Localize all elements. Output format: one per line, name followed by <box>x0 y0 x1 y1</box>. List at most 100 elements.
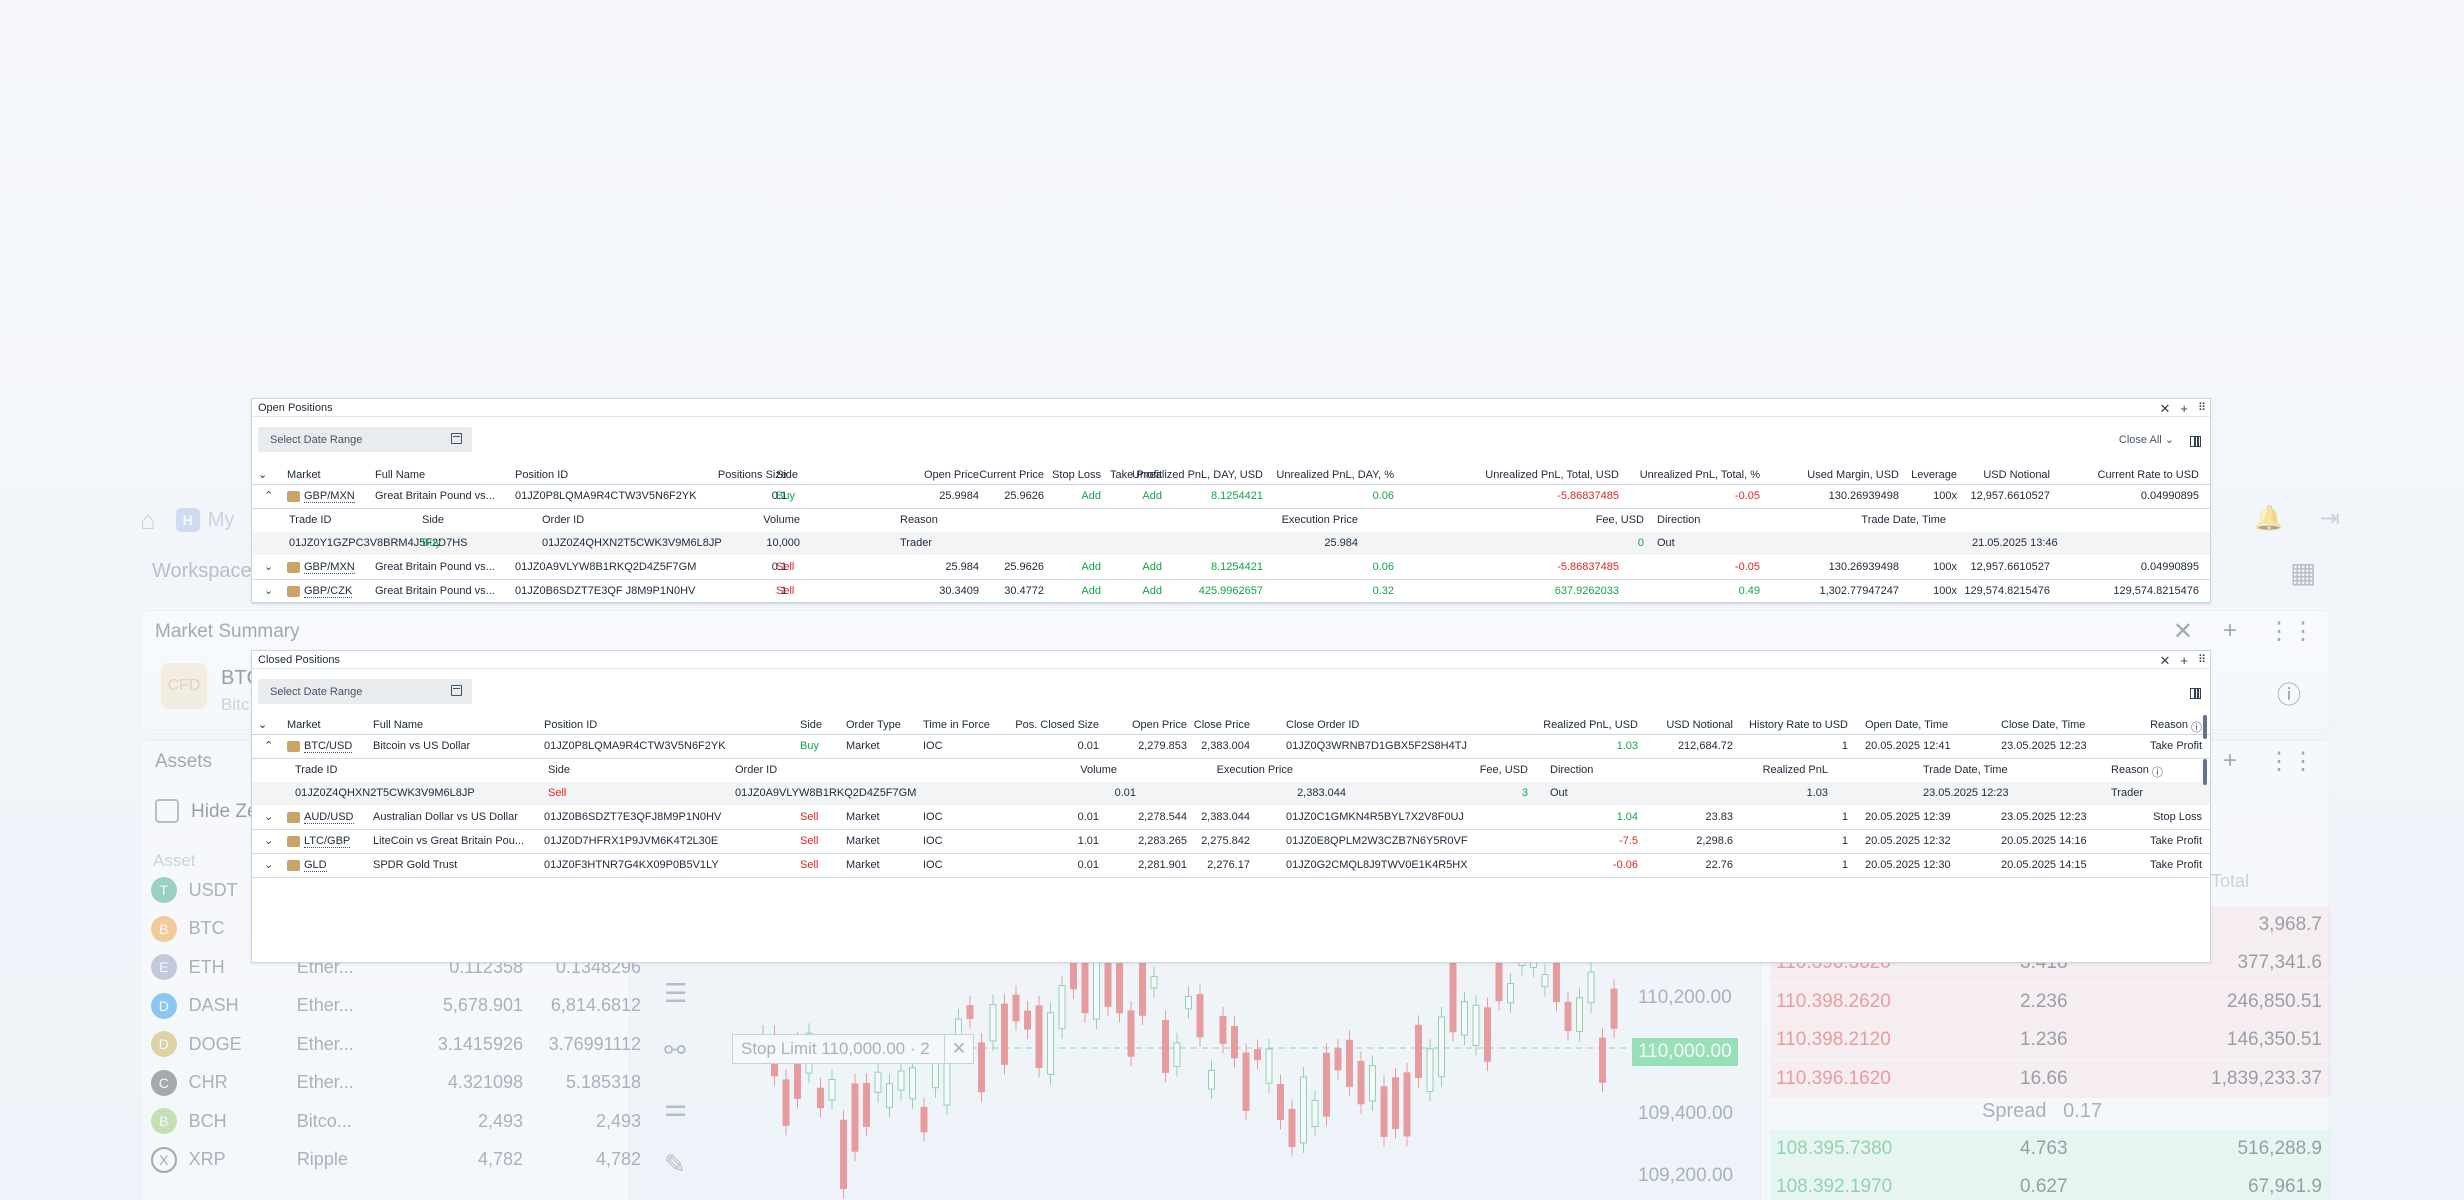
closed-position-row[interactable]: ⌄ GLD SPDR Gold Trust 01JZ0F3HTNR7G4KX09P0B… <box>252 854 2210 878</box>
chevron-up-icon[interactable]: ⌃ <box>264 489 273 502</box>
closed-position-row[interactable]: ⌃ BTC/USD Bitcoin vs US Dollar 01JZ0P8LQMA9… <box>252 735 2210 759</box>
column-header[interactable]: USD Notional <box>1666 719 1733 731</box>
expand-all-icon[interactable]: ⌄ <box>258 468 267 481</box>
column-header[interactable]: Reason ⓘ <box>2150 719 2202 734</box>
column-header[interactable]: Position ID <box>544 719 597 731</box>
column-header[interactable]: Unrealized PnL, Total, USD <box>1485 469 1619 481</box>
column-header[interactable]: Close Date, Time <box>2001 719 2085 731</box>
calendar-icon[interactable] <box>451 685 462 696</box>
date-range-input[interactable]: Select Date Range <box>258 427 472 452</box>
chevron-down-icon[interactable]: ⌄ <box>264 834 273 847</box>
orderbook-row[interactable]: 110.396.1620 16.66 1,839,233.37 <box>1770 1060 2330 1098</box>
position-row[interactable]: ⌄ GBP/CZK Great Britain Pound vs... 01JZ0B6… <box>252 580 2210 604</box>
asset-row[interactable]: X XRP Ripple 4,782 4,782 <box>151 1141 641 1179</box>
column-header[interactable]: Unrealized PnL, DAY, USD <box>1132 469 1263 481</box>
position-row[interactable]: ⌄ GBP/MXN Great Britain Pound vs... 01JZ0A9… <box>252 556 2210 580</box>
column-header[interactable]: Open Date, Time <box>1865 719 1948 731</box>
trade-row[interactable]: 01JZ0Z4QHXN2T5CWK3V9M6L8JP Sell 01JZ0A9VLY… <box>252 782 2210 805</box>
column-header[interactable]: Leverage <box>1911 469 1957 481</box>
add-widget-icon[interactable]: ▦ <box>2290 556 2316 589</box>
column-header[interactable]: Unrealized PnL, Total, % <box>1640 469 1760 481</box>
calendar-icon[interactable] <box>451 433 462 444</box>
column-header[interactable]: Used Margin, USD <box>1807 469 1899 481</box>
column-header[interactable]: Full Name <box>375 469 425 481</box>
close-icon[interactable]: ✕ <box>2159 401 2170 417</box>
column-header[interactable]: Current Price <box>979 469 1044 481</box>
orderbook-row[interactable]: 108.395.7380 4.763 516,288.9 <box>1770 1130 2330 1168</box>
close-icon[interactable]: ✕ <box>944 1034 974 1064</box>
market-cell[interactable]: GBP/CZK <box>287 585 353 598</box>
position-row[interactable]: ⌃ GBP/MXN Great Britain Pound vs... 01JZ0P8… <box>252 485 2210 509</box>
take-profit-button[interactable]: Add <box>1142 561 1162 573</box>
asset-row[interactable]: D DASH Ether... 5,678.901 6,814.6812 <box>151 987 641 1025</box>
orderbook-row[interactable]: 110.398.2620 2.236 246,850.51 <box>1770 983 2330 1021</box>
stop-loss-button[interactable]: Add <box>1081 561 1101 573</box>
orderbook-row[interactable]: 108.392.1970 0.627 67,961.9 <box>1770 1168 2330 1200</box>
columns-icon[interactable] <box>2190 436 2201 447</box>
brush-tool-icon[interactable]: ✎ <box>664 1149 687 1180</box>
chevron-down-icon[interactable]: ⌄ <box>264 584 273 597</box>
stop-loss-button[interactable]: Add <box>1081 585 1101 597</box>
scrollbar[interactable] <box>2203 759 2207 785</box>
chevron-down-icon[interactable]: ⌄ <box>264 810 273 823</box>
info-icon[interactable]: ⓘ <box>2277 675 2301 710</box>
market-cell[interactable]: GBP/MXN <box>287 490 355 503</box>
chevron-down-icon[interactable]: ⌄ <box>264 560 273 573</box>
hide-zero-checkbox[interactable] <box>155 799 179 823</box>
info-icon[interactable]: ⓘ <box>2191 719 2202 735</box>
columns-icon[interactable] <box>2190 688 2201 699</box>
closed-position-row[interactable]: ⌄ LTC/GBP LiteCoin vs Great Britain Pou...… <box>252 830 2210 854</box>
add-icon[interactable]: + <box>2180 653 2188 669</box>
column-header[interactable]: History Rate to USD <box>1749 719 1848 731</box>
close-all-button[interactable]: Close All ⌄ <box>2119 433 2174 446</box>
drag-handle-icon[interactable]: ⋮⋮ <box>2267 617 2315 646</box>
drag-handle-icon[interactable]: ⋮⋮ <box>2267 747 2315 776</box>
column-header[interactable]: Time in Force <box>923 719 990 731</box>
date-range-input[interactable]: Select Date Range <box>258 679 472 704</box>
column-header[interactable]: Pos. Closed Size <box>1015 719 1099 731</box>
column-header[interactable]: Realized PnL, USD <box>1543 719 1638 731</box>
column-header[interactable]: Full Name <box>373 719 423 731</box>
home-icon[interactable]: ⌂ <box>140 505 156 536</box>
column-header[interactable]: USD Notional <box>1983 469 2050 481</box>
take-profit-button[interactable]: Add <box>1142 585 1162 597</box>
logout-icon[interactable]: ⇥ <box>2320 504 2340 533</box>
nav-my[interactable]: My <box>208 509 235 532</box>
column-header[interactable]: Market <box>287 469 321 481</box>
market-cell[interactable]: GBP/MXN <box>287 561 355 574</box>
chevron-down-icon[interactable]: ⌄ <box>264 858 273 871</box>
column-header[interactable]: Market <box>287 719 321 731</box>
bell-icon[interactable]: 🔔 <box>2254 504 2284 533</box>
column-header[interactable]: Side <box>800 719 822 731</box>
column-header[interactable]: Stop Loss <box>1052 469 1101 481</box>
orderbook-row[interactable]: 110.398.2120 1.236 146,350.51 <box>1770 1021 2330 1059</box>
column-header[interactable]: Position ID <box>515 469 568 481</box>
market-cell[interactable]: LTC/GBP <box>287 835 351 848</box>
close-icon[interactable]: ✕ <box>2159 653 2170 669</box>
nodes-tool-icon[interactable]: ⚯ <box>664 1035 687 1066</box>
scrollbar[interactable] <box>2203 715 2207 739</box>
column-header[interactable]: Order Type <box>846 719 901 731</box>
take-profit-button[interactable]: Add <box>1142 490 1162 502</box>
asset-row[interactable]: D DOGE Ether... 3.1415926 3.76991112 <box>151 1025 641 1063</box>
column-header[interactable]: Close Price <box>1194 719 1250 731</box>
expand-all-icon[interactable]: ⌄ <box>258 718 267 731</box>
column-header[interactable]: Current Rate to USD <box>2098 469 2199 481</box>
asset-row[interactable]: C CHR Ether... 4.321098 5.185318 <box>151 1064 641 1102</box>
market-cell[interactable]: GLD <box>287 859 327 872</box>
stop-limit-order[interactable]: Stop Limit 110,000.00 · 2 ✕ <box>732 1034 974 1064</box>
market-cell[interactable]: AUD/USD <box>287 811 354 824</box>
closed-position-row[interactable]: ⌄ AUD/USD Australian Dollar vs US Dollar 01… <box>252 806 2210 830</box>
column-header[interactable]: Unrealized PnL, DAY, % <box>1276 469 1394 481</box>
column-header[interactable]: Open Price <box>1132 719 1187 731</box>
drag-handle-icon[interactable]: ⠿ <box>2198 401 2206 417</box>
add-icon[interactable]: + <box>2223 617 2237 646</box>
trade-row[interactable]: 01JZ0Y1GZPC3V8BRM4J5F2D7HS Buy 01JZ0Z4QHXN… <box>252 532 2210 555</box>
column-header[interactable]: Close Order ID <box>1286 719 1359 731</box>
info-icon[interactable]: ⓘ <box>2152 764 2163 780</box>
add-icon[interactable]: + <box>2223 747 2237 776</box>
lines-tool-icon[interactable]: ☰ <box>664 978 687 1009</box>
chevron-up-icon[interactable]: ⌃ <box>264 739 273 752</box>
drag-handle-icon[interactable]: ⠿ <box>2198 653 2206 669</box>
column-header[interactable]: Positions Size <box>718 469 787 481</box>
